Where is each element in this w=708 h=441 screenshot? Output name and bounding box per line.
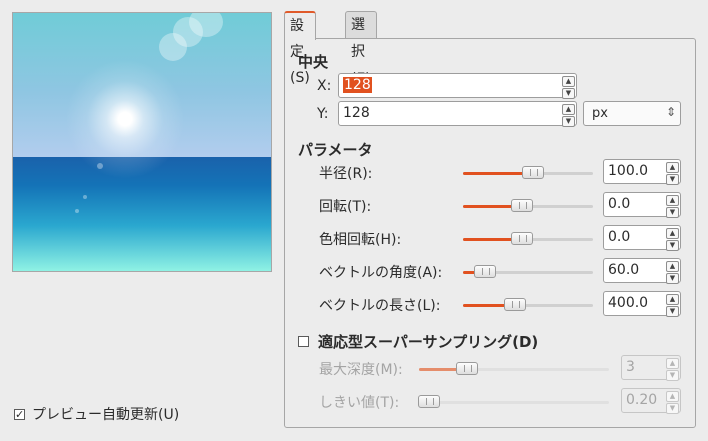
vector-length-slider-handle[interactable]	[504, 298, 526, 311]
spin-down-icon[interactable]: ▼	[666, 207, 679, 218]
max-depth-slider-handle	[456, 362, 478, 375]
vector-angle-slider[interactable]	[463, 265, 593, 278]
rotation-spin-field[interactable]: 0.0 ▲ ▼	[603, 192, 681, 218]
preview-flare-dot	[75, 209, 79, 213]
y-label: Y:	[317, 106, 329, 122]
spin-down-icon: ▼	[666, 403, 679, 414]
rotation-label: 回転(T):	[319, 199, 372, 215]
x-spin-field[interactable]: 128 ▲ ▼	[338, 73, 577, 99]
tab-selection[interactable]: 選択(E)	[345, 11, 377, 87]
hue-rotation-slider[interactable]	[463, 232, 593, 245]
radius-slider-handle[interactable]	[522, 166, 544, 179]
vector-length-spin-field[interactable]: 400.0 ▲ ▼	[603, 291, 681, 317]
max-depth-label: 最大深度(M):	[319, 362, 403, 378]
spin-up-icon: ▲	[666, 391, 679, 402]
radius-spin-field[interactable]: 100.0 ▲ ▼	[603, 159, 681, 185]
spin-down-icon[interactable]: ▼	[562, 116, 575, 127]
hue-rotation-value: 0.0	[608, 229, 631, 245]
threshold-spin-field: 0.20 ▲ ▼	[621, 388, 681, 414]
spin-up-icon[interactable]: ▲	[666, 162, 679, 173]
spin-up-icon[interactable]: ▲	[666, 195, 679, 206]
parameters-heading: パラメータ	[298, 141, 373, 159]
radius-value: 100.0	[608, 163, 649, 179]
hue-rotation-spin-field[interactable]: 0.0 ▲ ▼	[603, 225, 681, 251]
spin-down-icon[interactable]: ▼	[666, 240, 679, 251]
supersampling-checkbox[interactable]	[298, 336, 309, 347]
rotation-slider[interactable]	[463, 199, 593, 212]
supersampling-toggle[interactable]: 適応型スーパーサンプリング(D)	[298, 331, 538, 352]
spin-up-icon: ▲	[666, 358, 679, 369]
threshold-slider	[418, 395, 609, 408]
spin-up-icon[interactable]: ▲	[562, 104, 575, 115]
radius-label: 半径(R):	[319, 166, 373, 182]
spin-up-icon[interactable]: ▲	[666, 294, 679, 305]
max-depth-value: 3	[626, 359, 635, 375]
vector-length-slider[interactable]	[463, 298, 593, 311]
vector-length-label: ベクトルの長さ(L):	[319, 298, 441, 314]
threshold-slider-handle	[418, 395, 440, 408]
spin-down-icon[interactable]: ▼	[562, 88, 575, 99]
preview-flare-dot	[97, 163, 103, 169]
spin-up-icon[interactable]: ▲	[666, 261, 679, 272]
preview-flare-dot	[83, 195, 87, 199]
rotation-value: 0.0	[608, 196, 631, 212]
max-depth-slider	[419, 362, 609, 375]
radius-slider[interactable]	[463, 166, 593, 179]
vector-angle-value: 60.0	[608, 262, 640, 278]
preview-checkbox[interactable]: ✓	[14, 407, 25, 421]
hue-rotation-slider-handle[interactable]	[511, 232, 533, 245]
spin-up-icon[interactable]: ▲	[562, 76, 575, 87]
y-spin-field[interactable]: 128 ▲ ▼	[338, 101, 577, 127]
vector-angle-slider-handle[interactable]	[474, 265, 496, 278]
preview-checkbox-label: プレビュー自動更新(U)	[32, 407, 180, 423]
preview-image	[12, 12, 272, 272]
vector-length-value: 400.0	[608, 295, 649, 311]
max-depth-spin-field: 3 ▲ ▼	[621, 355, 681, 381]
vector-angle-spin-field[interactable]: 60.0 ▲ ▼	[603, 258, 681, 284]
unit-combo[interactable]: px ⇕	[583, 101, 681, 126]
unit-value: px	[592, 106, 608, 121]
combo-arrows-icon: ⇕	[665, 105, 676, 119]
hue-rotation-label: 色相回転(H):	[319, 232, 402, 248]
threshold-value: 0.20	[626, 392, 658, 408]
y-value: 128	[343, 105, 370, 121]
vector-angle-label: ベクトルの角度(A):	[319, 265, 443, 281]
threshold-label: しきい値(T):	[319, 395, 400, 411]
x-label: X:	[317, 78, 332, 94]
check-icon: ✓	[15, 407, 25, 421]
spin-up-icon[interactable]: ▲	[666, 228, 679, 239]
preview-sun-glow	[65, 59, 185, 179]
spin-down-icon[interactable]: ▼	[666, 273, 679, 284]
spin-down-icon[interactable]: ▼	[666, 306, 679, 317]
rotation-slider-handle[interactable]	[511, 199, 533, 212]
spin-down-icon[interactable]: ▼	[666, 174, 679, 185]
spin-down-icon: ▼	[666, 370, 679, 381]
x-value: 128	[343, 77, 372, 93]
preview-toggle[interactable]: ✓ プレビュー自動更新(U)	[14, 404, 179, 424]
supersampling-label: 適応型スーパーサンプリング(D)	[318, 333, 539, 351]
tab-settings[interactable]: 設定(S)	[284, 11, 316, 86]
